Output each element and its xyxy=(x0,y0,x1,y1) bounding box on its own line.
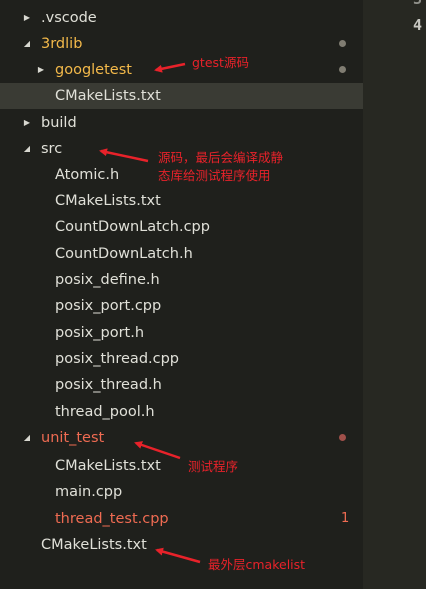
chevron-down-icon[interactable]: ◢ xyxy=(22,136,32,162)
tree-item-label: posix_thread.h xyxy=(55,377,162,393)
tree-file-unit-test-cmakelists[interactable]: CMakeLists.txt xyxy=(0,453,363,479)
tree-item-label: googletest xyxy=(55,62,132,78)
tree-folder-3rdlib[interactable]: ◢ 3rdlib xyxy=(0,31,363,57)
git-status-dot xyxy=(339,66,346,73)
chevron-down-icon[interactable]: ◢ xyxy=(22,425,32,451)
tree-item-label: 3rdlib xyxy=(41,36,83,52)
tree-folder-googletest[interactable]: ▶ googletest xyxy=(0,57,363,83)
line-number: 4 xyxy=(413,16,423,34)
tree-file-root-cmakelists[interactable]: CMakeLists.txt xyxy=(0,532,363,558)
tree-item-label: build xyxy=(41,115,77,131)
tree-file-posix-define-h[interactable]: posix_define.h xyxy=(0,267,363,293)
tree-item-label: CMakeLists.txt xyxy=(55,193,161,209)
annotation-outer-cmakelist: 最外层cmakelist xyxy=(208,557,306,572)
tree-item-label: CountDownLatch.h xyxy=(55,246,193,262)
tree-file-posix-thread-cpp[interactable]: posix_thread.cpp xyxy=(0,346,363,372)
tree-folder-build[interactable]: ▶ build xyxy=(0,110,363,136)
tree-item-label: CMakeLists.txt xyxy=(55,88,161,104)
tree-item-label: CMakeLists.txt xyxy=(55,458,161,474)
tree-file-posix-thread-h[interactable]: posix_thread.h xyxy=(0,372,363,398)
tree-file-thread-pool-h[interactable]: thread_pool.h xyxy=(0,399,363,425)
tree-item-label: .vscode xyxy=(41,10,97,26)
tree-file-countdownlatch-h[interactable]: CountDownLatch.h xyxy=(0,241,363,267)
file-explorer-sidebar: ▶ .vscode ◢ 3rdlib ▶ googletest CMakeLis… xyxy=(0,0,363,589)
chevron-right-icon[interactable]: ▶ xyxy=(22,5,32,31)
tree-file-src-cmakelists[interactable]: CMakeLists.txt xyxy=(0,188,363,214)
tree-item-label: posix_port.h xyxy=(55,325,145,341)
line-number: 3 xyxy=(413,0,426,12)
tree-item-label: CMakeLists.txt xyxy=(41,537,147,553)
tree-file-main-cpp[interactable]: main.cpp xyxy=(0,479,363,505)
tree-file-posix-port-h[interactable]: posix_port.h xyxy=(0,320,363,346)
annotation-unit-test: 测试程序 xyxy=(188,459,239,474)
tree-item-label: posix_thread.cpp xyxy=(55,351,180,367)
tree-file-3rdlib-cmakelists[interactable]: CMakeLists.txt xyxy=(0,83,363,109)
chevron-right-icon[interactable]: ▶ xyxy=(22,110,32,136)
tree-file-posix-port-cpp[interactable]: posix_port.cpp xyxy=(0,293,363,319)
annotation-src-line2: 态库给测试程序使用 xyxy=(158,168,271,183)
tree-item-label: thread_test.cpp xyxy=(55,511,169,527)
annotation-src-line1: 源码，最后会编译成静 xyxy=(158,150,284,165)
tree-folder-vscode[interactable]: ▶ .vscode xyxy=(0,5,363,31)
tree-item-label: src xyxy=(41,141,63,157)
editor-pane[interactable]: 3 4 xyxy=(363,0,426,589)
tree-file-thread-test-cpp[interactable]: thread_test.cpp 1 xyxy=(0,506,363,532)
tree-item-label: CountDownLatch.cpp xyxy=(55,219,210,235)
tree-item-label: posix_port.cpp xyxy=(55,298,162,314)
tree-item-label: main.cpp xyxy=(55,484,123,500)
git-status-dot xyxy=(339,434,346,441)
problem-count-badge: 1 xyxy=(341,511,350,526)
tree-item-label: thread_pool.h xyxy=(55,404,155,420)
git-status-dot xyxy=(339,40,346,47)
tree-item-label: unit_test xyxy=(41,430,105,446)
annotation-gtest: gtest源码 xyxy=(192,55,249,70)
tree-item-label: Atomic.h xyxy=(55,167,120,183)
chevron-right-icon[interactable]: ▶ xyxy=(36,57,46,83)
tree-folder-unit-test[interactable]: ◢ unit_test xyxy=(0,425,363,451)
tree-item-label: posix_define.h xyxy=(55,272,160,288)
tree-file-countdownlatch-cpp[interactable]: CountDownLatch.cpp xyxy=(0,214,363,240)
chevron-down-icon[interactable]: ◢ xyxy=(22,31,32,57)
